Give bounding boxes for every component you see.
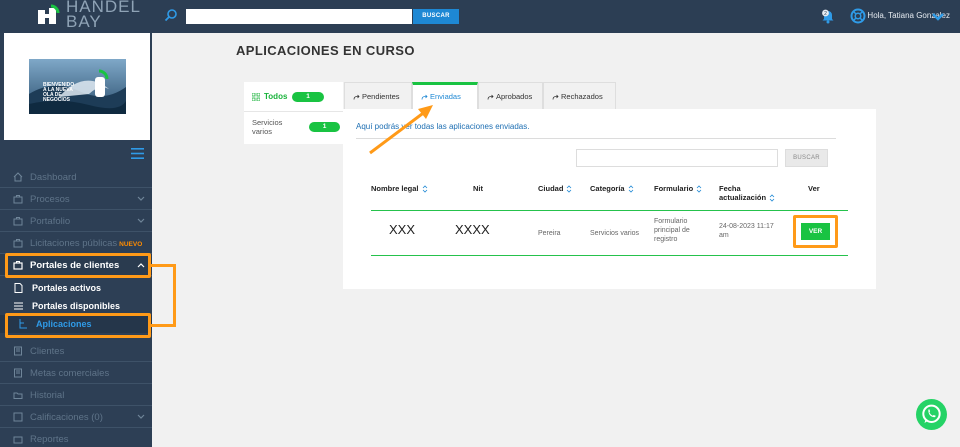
gavel-icon (13, 239, 23, 248)
filter-servicios-varios[interactable]: Servicios varios 1 (244, 113, 343, 144)
column-header-ver: Ver (808, 184, 820, 193)
sort-icon (696, 185, 702, 193)
highlight-bracket (150, 264, 176, 327)
chevron-down-icon (137, 414, 145, 419)
sort-icon (422, 185, 427, 193)
chevron-down-icon (137, 196, 145, 201)
home-icon (13, 172, 23, 182)
sidebar-item-procesos[interactable]: Procesos (0, 188, 152, 210)
sort-icon (769, 194, 775, 202)
filter-todos[interactable]: Todos 1 (244, 82, 343, 112)
list-icon (14, 302, 23, 310)
cell-ciudad: Pereira (538, 230, 561, 237)
column-header-formulario[interactable]: Formulario (654, 184, 702, 193)
column-header-ciudad[interactable]: Ciudad (538, 184, 572, 193)
tab-aprobados[interactable]: Aprobados (478, 82, 543, 109)
sidebar: HANDEL BAY BIENVENIDO A LA NUEVA OLA DE … (0, 0, 152, 447)
highlight-ver (793, 215, 838, 248)
whatsapp-icon[interactable] (916, 399, 947, 430)
logo[interactable]: HANDEL BAY (0, 0, 152, 33)
top-search-input[interactable] (186, 9, 412, 24)
building-icon (14, 368, 22, 378)
cell-categoria: Servicios varios (590, 230, 640, 237)
logo-text: HANDEL BAY (66, 0, 141, 31)
sidebar-item-portafolio[interactable]: Portafolio (0, 210, 152, 232)
sidebar-item-metas[interactable]: Metas comerciales (0, 362, 152, 384)
chevron-down-icon[interactable] (932, 12, 944, 22)
share-arrow-icon (353, 94, 360, 100)
sidebar-item-dashboard[interactable]: Dashboard (0, 166, 152, 188)
sidebar-subitem-portales-activos[interactable]: Portales activos (0, 279, 152, 297)
menu-toggle-icon[interactable] (131, 148, 144, 159)
folder-icon (13, 392, 23, 399)
bell-icon[interactable]: 2 (820, 8, 836, 24)
sidebar-item-reportes[interactable]: Reportes (0, 428, 152, 447)
search-icon[interactable] (164, 8, 178, 22)
building-icon (14, 346, 22, 356)
table-search-button[interactable]: BUSCAR (785, 149, 828, 167)
cell-nombre: XXX (389, 222, 416, 237)
tab-rechazados[interactable]: Rechazados (543, 82, 616, 109)
sidebar-item-historial[interactable]: Historial (0, 384, 152, 406)
document-icon (14, 283, 23, 293)
column-header-categoria[interactable]: Categoría (590, 184, 634, 193)
sort-icon (567, 185, 572, 193)
notification-count: 2 (824, 11, 827, 17)
top-search-button[interactable]: BUSCAR (413, 9, 459, 24)
count-badge: 1 (292, 92, 324, 102)
cell-formulario: Formulario principal de registro (654, 218, 690, 243)
cell-nit: XXXX (455, 222, 490, 237)
highlight-aplicaciones (5, 313, 151, 338)
report-icon (13, 436, 23, 444)
promo-banner: BIENVENIDO A LA NUEVA OLA DE NEGOCIOS (4, 33, 150, 140)
share-arrow-icon (487, 94, 494, 100)
highlight-portales-de-clientes (5, 253, 151, 278)
chevron-down-icon (137, 218, 145, 223)
share-arrow-icon (552, 94, 559, 100)
column-header-nit: Nit (473, 184, 483, 193)
sidebar-item-calificaciones[interactable]: Calificaciones (0) (0, 406, 152, 428)
count-badge: 1 (309, 122, 340, 132)
column-header-fecha[interactable]: Fecha actualización (719, 184, 789, 202)
sidebar-item-licitaciones[interactable]: Licitaciones públicas NUEVO (0, 232, 152, 254)
column-header-nombre[interactable]: Nombre legal (371, 184, 428, 193)
sort-icon (628, 185, 633, 193)
briefcase-icon (13, 195, 23, 204)
table-divider (371, 255, 848, 256)
cell-fecha: 24-08-2023 11:17 am (719, 223, 774, 239)
portfolio-icon (13, 217, 23, 226)
page-title: APLICACIONES EN CURSO (236, 43, 415, 58)
pointer-arrow (369, 105, 433, 155)
handelbay-logo-icon (38, 4, 60, 24)
table-divider (371, 210, 848, 211)
square-icon (13, 412, 23, 422)
grid-icon (252, 93, 260, 101)
sidebar-item-clientes[interactable]: Clientes (0, 340, 152, 362)
filter-card: Todos 1 Servicios varios 1 (244, 82, 343, 144)
banner-text: BIENVENIDO A LA NUEVA OLA DE NEGOCIOS (43, 82, 75, 103)
table-search-input[interactable] (576, 149, 778, 167)
top-bar: BUSCAR 2 Hola, Tatiana Gonzalez (152, 0, 960, 33)
new-badge: NUEVO (119, 241, 143, 248)
